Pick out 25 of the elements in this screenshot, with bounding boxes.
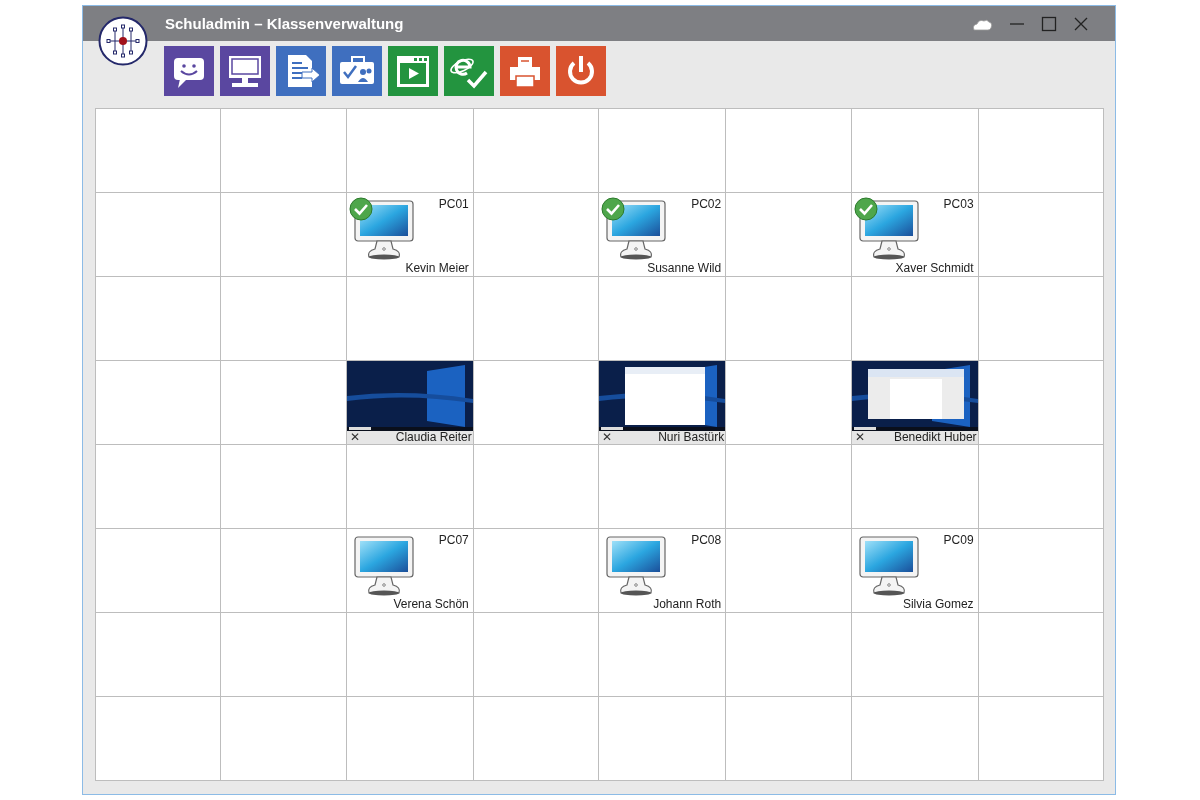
- student-name: Benedikt Huber: [893, 431, 977, 444]
- close-button[interactable]: ✕: [854, 431, 865, 444]
- window-title: Schuladmin – Klassenverwaltung: [165, 15, 405, 32]
- student-name: Nuri Bastürk: [658, 431, 725, 444]
- computer-tile[interactable]: PC01 Kevin Meier: [346, 193, 473, 277]
- computer-tile[interactable]: PC07 Verena Schön: [346, 529, 473, 613]
- computer-label: PC07: [438, 533, 469, 547]
- student-name: Xaver Schmidt: [895, 261, 974, 275]
- close-button[interactable]: ✕: [602, 431, 613, 444]
- computer-label: PC02: [691, 197, 722, 211]
- computer-label: PC09: [943, 533, 974, 547]
- computer-label: PC01: [438, 197, 469, 211]
- computer-tile[interactable]: PC03 Xaver Schmidt: [851, 193, 978, 277]
- close-button[interactable]: ✕: [349, 431, 360, 444]
- student-name: Johann Roth: [653, 597, 722, 611]
- student-name: Verena Schön: [393, 597, 469, 611]
- computer-tile[interactable]: PC08 Johann Roth: [599, 529, 726, 613]
- computer-label: PC03: [943, 197, 974, 211]
- student-name: Kevin Meier: [405, 261, 469, 275]
- computer-tile[interactable]: PC09 Silvia Gomez: [851, 529, 978, 613]
- student-name: Silvia Gomez: [902, 597, 974, 611]
- computer-tile[interactable]: PC02 Susanne Wild: [599, 193, 726, 277]
- student-name: Susanne Wild: [647, 261, 722, 275]
- computer-label: PC08: [691, 533, 722, 547]
- student-name: Claudia Reiter: [395, 431, 472, 444]
